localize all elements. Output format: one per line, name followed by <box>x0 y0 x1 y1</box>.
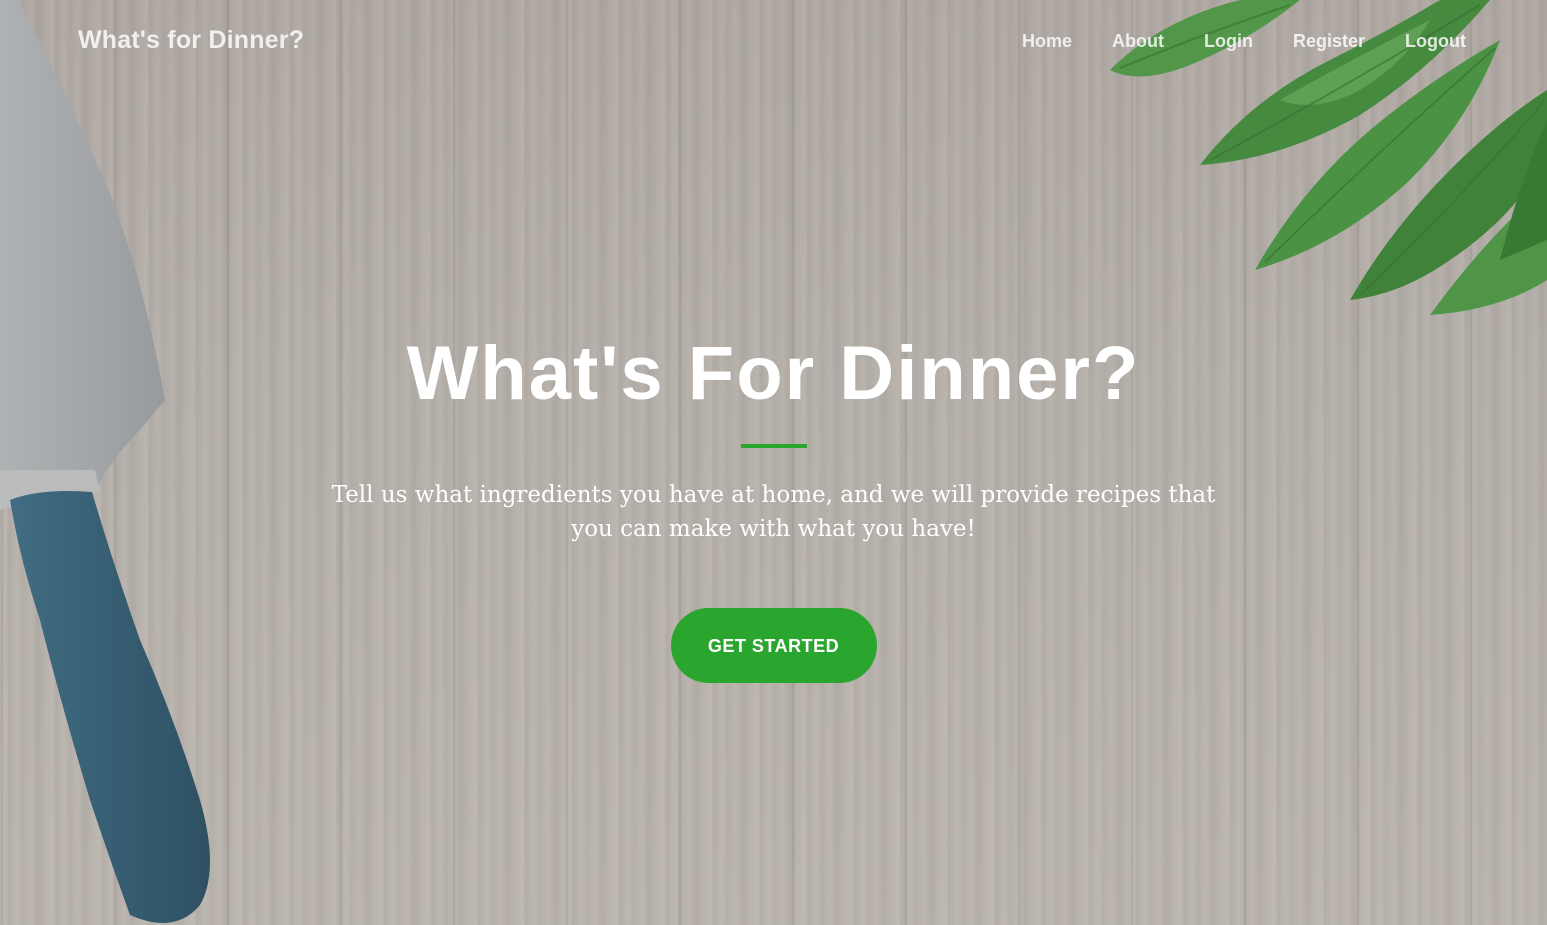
hero-section: What's For Dinner? Tell us what ingredie… <box>0 328 1547 683</box>
hero-subtitle: Tell us what ingredients you have at hom… <box>331 482 1216 542</box>
nav-link-logout[interactable]: Logout <box>1405 31 1466 52</box>
nav-link-home[interactable]: Home <box>1022 31 1072 52</box>
brand-link[interactable]: What's for Dinner? <box>78 26 304 55</box>
nav-link-login[interactable]: Login <box>1204 31 1253 52</box>
get-started-button[interactable]: GET STARTED <box>670 608 877 683</box>
hero-divider <box>740 444 807 448</box>
nav-link-about[interactable]: About <box>1112 31 1164 52</box>
top-navbar: What's for Dinner? Home About Login Regi… <box>0 0 1547 84</box>
nav-links: Home About Login Register Logout <box>1022 31 1466 52</box>
hero-title: What's For Dinner? <box>406 331 1141 416</box>
nav-link-register[interactable]: Register <box>1293 31 1365 52</box>
